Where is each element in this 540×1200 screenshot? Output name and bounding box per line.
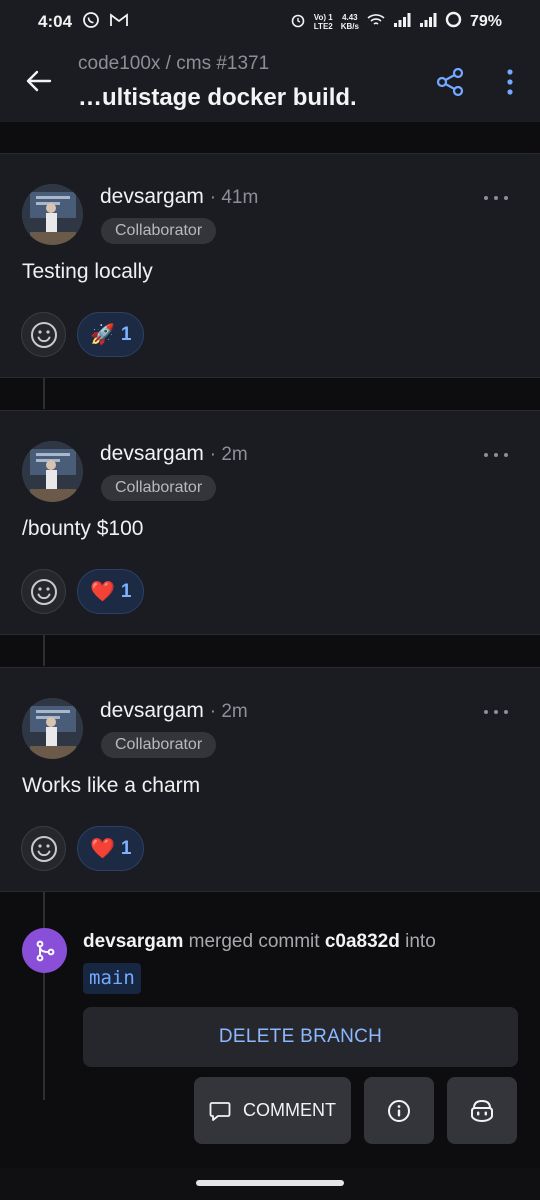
info-button[interactable]	[364, 1077, 434, 1144]
timeline-connector	[43, 892, 45, 1100]
comment-options-button[interactable]	[483, 447, 509, 457]
wifi-icon	[367, 13, 385, 32]
network-speed: 4.43 KB/s	[340, 13, 359, 31]
app-bar: code100x / cms #1371 …ultistage docker b…	[0, 44, 540, 122]
volte-indicator: Vo) 1 LTE2	[313, 13, 333, 31]
more-horizontal-icon	[484, 453, 508, 457]
merge-event-icon	[22, 928, 67, 973]
share-icon	[436, 67, 464, 97]
status-bar: 4:04 Vo) 1 LTE2 4.43 KB/s 79%	[0, 0, 540, 44]
comment-options-button[interactable]	[483, 704, 509, 714]
comment-time: · 2m	[209, 701, 248, 722]
battery-icon	[445, 11, 462, 33]
reaction-count: 1	[120, 580, 132, 602]
comment-time: · 2m	[209, 444, 248, 465]
avatar[interactable]	[22, 441, 83, 502]
commit-sha[interactable]: c0a832d	[325, 931, 400, 952]
comment-author[interactable]: devsargam · 2m	[100, 442, 248, 466]
repo-breadcrumb[interactable]: code100x / cms #1371	[78, 53, 269, 75]
avatar[interactable]	[22, 184, 83, 245]
reaction-count: 1	[120, 837, 132, 859]
avatar[interactable]	[22, 698, 83, 759]
comment-button-label: COMMENT	[243, 1100, 336, 1120]
more-options-button[interactable]	[498, 66, 522, 98]
more-horizontal-icon	[484, 196, 508, 200]
info-icon	[388, 1099, 410, 1122]
merge-author[interactable]: devsargam	[83, 931, 183, 952]
status-time: 4:04	[38, 12, 73, 31]
alarm-icon	[290, 12, 306, 33]
smiley-icon	[30, 578, 57, 605]
battery-percent: 79%	[469, 13, 502, 30]
comment-card: devsargam · 2m Collaborator Works like a…	[0, 667, 540, 892]
collaborator-badge: Collaborator	[101, 475, 217, 501]
page-title: …ultistage docker build.	[78, 84, 357, 111]
timeline-connector	[43, 378, 45, 409]
heart-icon: ❤️	[90, 838, 115, 860]
comment-card: devsargam · 41m Collaborator Testing loc…	[0, 153, 540, 378]
home-gesture-handle[interactable]	[196, 1180, 344, 1186]
reaction-chip[interactable]: 🚀 1	[77, 312, 145, 357]
signal-icon-2	[419, 12, 437, 32]
back-button[interactable]	[24, 66, 54, 96]
share-button[interactable]	[434, 66, 466, 98]
comment-icon	[209, 1101, 231, 1121]
more-vertical-icon	[507, 69, 513, 95]
add-reaction-button[interactable]	[21, 312, 66, 357]
comment-button[interactable]: COMMENT	[194, 1077, 351, 1144]
reaction-chip[interactable]: ❤️ 1	[77, 826, 145, 871]
whatsapp-icon	[82, 11, 100, 34]
arrow-left-icon	[26, 70, 52, 92]
reaction-count: 1	[120, 323, 132, 345]
comment-author[interactable]: devsargam · 2m	[100, 699, 248, 723]
comment-card: devsargam · 2m Collaborator /bounty $100…	[0, 410, 540, 635]
rocket-icon: 🚀	[90, 324, 115, 346]
signal-icon	[393, 12, 411, 32]
gmail-icon	[110, 12, 128, 32]
smiley-icon	[30, 835, 57, 862]
add-reaction-button[interactable]	[21, 826, 66, 871]
comment-options-button[interactable]	[483, 190, 509, 200]
comment-body: /bounty $100	[22, 517, 144, 540]
git-merge-icon	[36, 940, 54, 961]
copilot-icon	[471, 1099, 493, 1122]
merge-event-text: devsargam merged commit c0a832d into	[83, 931, 436, 952]
add-reaction-button[interactable]	[21, 569, 66, 614]
copilot-button[interactable]	[447, 1077, 517, 1144]
collaborator-badge: Collaborator	[101, 732, 217, 758]
smiley-icon	[30, 321, 57, 348]
comment-body: Testing locally	[22, 260, 153, 283]
collaborator-badge: Collaborator	[101, 218, 217, 244]
heart-icon: ❤️	[90, 581, 115, 603]
more-horizontal-icon	[484, 710, 508, 714]
reaction-chip[interactable]: ❤️ 1	[77, 569, 145, 614]
branch-name[interactable]: main	[83, 963, 141, 994]
comment-body: Works like a charm	[22, 774, 201, 797]
comment-time: · 41m	[209, 187, 259, 208]
delete-branch-button[interactable]: DELETE BRANCH	[83, 1007, 518, 1067]
comment-author[interactable]: devsargam · 41m	[100, 185, 258, 209]
timeline-connector	[43, 635, 45, 666]
